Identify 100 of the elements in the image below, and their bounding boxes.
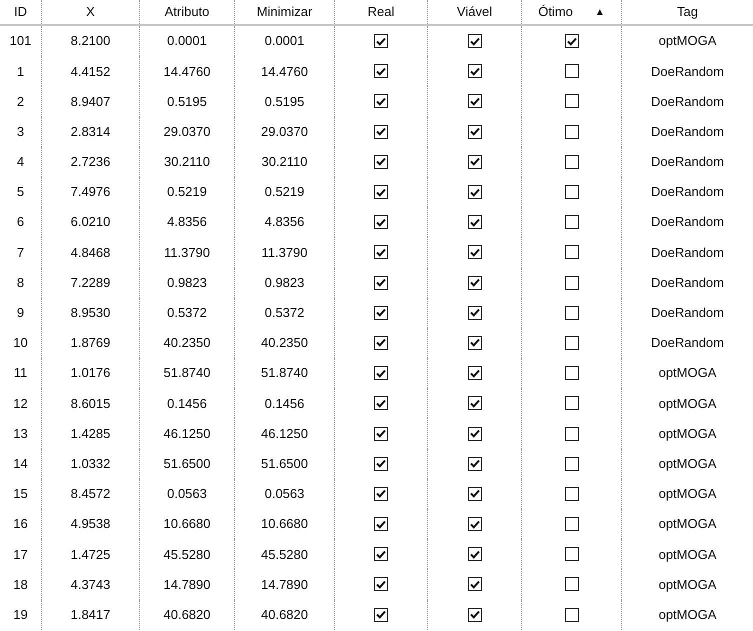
table-cell-text: optMOGA [658,485,716,504]
checkmark-icon [376,308,386,318]
column-header[interactable]: X [42,0,140,24]
checkbox[interactable] [374,276,388,290]
table-cell-text: 1.4285 [70,424,110,443]
checkbox[interactable] [564,547,578,562]
checkmark-icon [376,188,386,197]
checkmark-icon [376,520,386,529]
checkbox[interactable] [374,185,388,200]
checkbox[interactable] [564,215,578,230]
checkmark-icon [376,398,386,408]
checkbox[interactable] [374,396,388,410]
table-cell-text: 6.0210 [70,213,110,232]
checkbox[interactable] [564,276,578,290]
checkbox[interactable] [374,577,388,592]
table-cell-text: 14 [13,454,28,473]
checkmark-icon [470,96,480,106]
checkbox[interactable] [468,64,482,78]
checkbox[interactable] [564,396,578,410]
checkbox[interactable] [564,577,578,592]
table-cell-text: 40.2350 [164,334,210,352]
checkbox[interactable] [564,185,578,200]
checkbox[interactable] [374,517,388,532]
checkbox[interactable] [468,608,482,622]
table-cell-text: 101 [10,32,32,50]
checkmark-icon [376,338,386,348]
checkbox[interactable] [468,306,482,320]
checkbox[interactable] [564,426,578,441]
checkbox[interactable] [468,577,482,592]
checkbox[interactable] [564,456,578,471]
checkbox[interactable] [564,34,578,48]
table-cell-text: 46.1250 [261,424,308,443]
column-header[interactable]: ID [0,0,42,24]
table-cell-text: 7.2289 [70,274,110,292]
checkbox[interactable] [564,306,578,320]
checkmark-icon [470,459,480,468]
table-cell-text: 40.6820 [261,606,308,624]
column-header[interactable]: Ótimo ▲ [522,0,622,24]
checkbox[interactable] [374,547,388,562]
checkbox[interactable] [468,336,482,350]
checkbox[interactable] [468,34,482,48]
table-cell-text: 3 [16,122,24,141]
checkmark-icon [470,157,480,166]
checkbox[interactable] [374,154,388,169]
checkmark-icon [376,368,386,378]
checkbox[interactable] [468,185,482,200]
checkbox[interactable] [468,517,482,532]
column-header[interactable]: Tag [622,0,753,24]
checkbox[interactable] [374,124,388,139]
checkbox[interactable] [374,336,388,350]
table-cell-text: 15 [13,485,28,504]
checkbox[interactable] [374,34,388,48]
checkbox[interactable] [468,426,482,441]
checkbox[interactable] [374,426,388,441]
checkbox[interactable] [374,306,388,320]
table-cell-text: 2.8314 [70,122,110,141]
checkbox[interactable] [374,366,388,380]
checkbox[interactable] [564,154,578,169]
checkmark-icon [376,459,386,468]
table-cell-text: 2 [16,92,24,111]
checkbox[interactable] [468,396,482,410]
checkbox[interactable] [374,486,388,501]
table-cell-text: 0.9823 [264,274,304,292]
table-cell-text: 0.0563 [264,485,304,504]
checkbox[interactable] [374,456,388,471]
checkmark-icon [470,338,480,348]
checkbox[interactable] [374,94,388,108]
checkbox[interactable] [564,124,578,139]
column-header[interactable]: Minimizar [235,0,335,24]
table-cell-text: 0.0001 [167,32,207,50]
checkbox[interactable] [468,276,482,290]
checkbox[interactable] [468,486,482,501]
column-header[interactable]: Viável [428,0,522,24]
checkbox[interactable] [564,366,578,380]
checkbox[interactable] [564,336,578,350]
checkbox[interactable] [468,215,482,230]
checkmark-icon [470,248,480,257]
checkbox[interactable] [564,64,578,78]
checkbox[interactable] [374,608,388,622]
checkbox[interactable] [374,245,388,260]
column-header[interactable]: Atributo [140,0,235,24]
checkbox[interactable] [374,64,388,78]
table-cell-text: 45.5280 [261,546,308,564]
checkbox[interactable] [374,215,388,230]
checkbox[interactable] [468,124,482,139]
column-header[interactable]: Real [335,0,428,24]
checkbox[interactable] [468,245,482,260]
checkbox[interactable] [468,94,482,108]
checkbox[interactable] [564,94,578,108]
table-cell-text: 0.0001 [264,32,304,50]
checkbox[interactable] [564,608,578,622]
checkbox[interactable] [564,517,578,532]
checkbox[interactable] [468,154,482,169]
checkbox[interactable] [468,456,482,471]
checkbox[interactable] [564,245,578,260]
checkbox[interactable] [468,366,482,380]
table-cell-text: optMOGA [658,364,716,382]
checkmark-icon [376,610,386,620]
checkbox[interactable] [564,486,578,501]
checkbox[interactable] [468,547,482,562]
